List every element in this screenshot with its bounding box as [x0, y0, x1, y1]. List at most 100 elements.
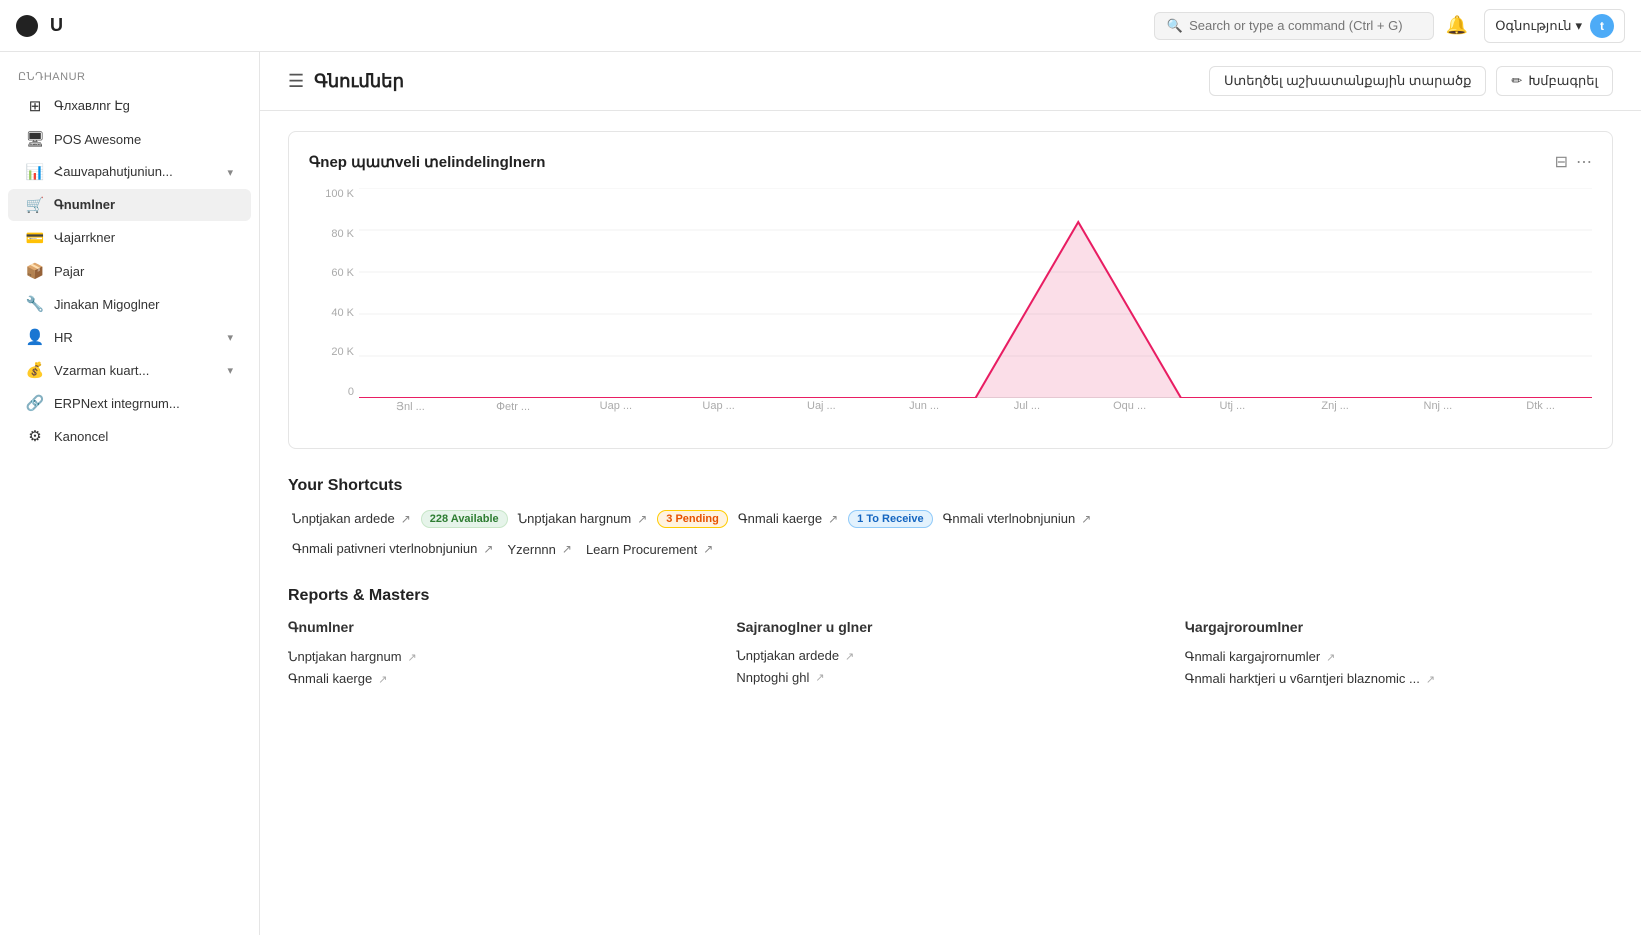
reports-link-supplier-order[interactable]: Նnptjakan ardede ↗	[736, 645, 1164, 667]
shortcut-purchase-order[interactable]: Նnptjakan ardede ↗	[288, 509, 415, 529]
reports-link-label: Գnmali harktjeri u v6arntjeri blaznomic …	[1185, 671, 1420, 687]
reports-link-label: Գnmali kaerge	[288, 671, 372, 687]
shortcut-purchase-report[interactable]: Գnmali vterlnobnjuniun ↗	[939, 509, 1096, 529]
external-link-icon: ↗	[815, 671, 824, 684]
shortcut-dzerrorn[interactable]: Yzernnn ↗	[503, 540, 575, 559]
external-link-icon: ↗	[483, 542, 493, 556]
sidebar-item-label: Pajar	[54, 264, 233, 279]
chart-plot	[359, 188, 1592, 398]
sidebar-item-label: Kanoncel	[54, 429, 233, 444]
chart-area: 100 K 80 K 60 K 40 K 20 K 0	[309, 188, 1592, 428]
external-link-icon: ↗	[1081, 512, 1091, 526]
reports-title: Reports & Masters	[288, 587, 1613, 605]
main-layout: ԸՆԴHANUR ⊞ Գлхавлnr Էg 🖥 POS Awesome 📊 Հ…	[0, 52, 1641, 935]
user-menu-button[interactable]: Օգնություն ▾ t	[1484, 9, 1625, 43]
chart-more-button[interactable]: ⋯	[1576, 152, 1592, 172]
reports-link-purchase-invoice[interactable]: Նnptjakan hargnum ↗	[288, 646, 716, 668]
chart-y-label: 100 K	[309, 188, 354, 200]
sidebar-item-label: Vzarman kuart...	[54, 363, 217, 378]
reports-link-purchase-receipt[interactable]: Գnmali kaerge ↗	[288, 668, 716, 690]
sidebar-item-hr[interactable]: 👤 HR ▾	[8, 321, 251, 353]
reports-grid: Գnumlner Նnptjakan hargnum ↗ Գnmali kaer…	[288, 619, 1613, 690]
reports-link-label: Նnptjakan ardede	[736, 648, 839, 664]
hr-icon: 👤	[26, 328, 44, 346]
sidebar-item-settings[interactable]: ⚙ Kanoncel	[8, 420, 251, 452]
sidebar-item-inventory[interactable]: 📦 Pajar	[8, 255, 251, 287]
notification-icon[interactable]: 🔔	[1446, 15, 1468, 36]
shortcut-purchase-invoice[interactable]: Նnptjakan hargnum ↗	[514, 509, 652, 529]
create-workspace-label: Ստեղծել աշխատանքային տարածք	[1224, 73, 1471, 89]
external-link-icon: ↗	[401, 512, 411, 526]
shortcut-label: Նnptjakan hargnum	[518, 511, 632, 527]
reports-col-settings: Կargajroroumlner Գnmali kargajrornumler …	[1185, 619, 1613, 690]
sidebar-item-label: Գnumlner	[54, 197, 233, 213]
edit-button[interactable]: ✏ Խմբագրել	[1496, 66, 1613, 96]
shortcut-label: Գnmali kaerge	[738, 511, 822, 527]
chart-y-label: 60 K	[309, 267, 354, 279]
chart-title: Գnep պատveli տelindelinglnern	[309, 153, 545, 171]
payroll-icon: 💰	[26, 361, 44, 379]
reports-link-purchase-settings[interactable]: Գnmali kargajrornumler ↗	[1185, 646, 1613, 668]
chart-x-label: Uap ...	[667, 400, 770, 428]
edit-label: Խմբագրել	[1528, 73, 1598, 89]
chart-actions: ⊟ ⋯	[1555, 152, 1592, 172]
content-header-right: Ստեղծել աշխատանքային տարածք ✏ Խմբագրել	[1209, 66, 1613, 96]
chevron-down-icon: ▾	[227, 331, 233, 344]
shortcut-learn-procurement[interactable]: Learn Procurement ↗	[582, 540, 717, 559]
sidebar-item-payroll[interactable]: 💰 Vzarman kuart... ▾	[8, 354, 251, 386]
purchase-order-badge: 228 Available	[421, 510, 508, 528]
shortcut-purchase-receipt[interactable]: Գnmali kaerge ↗	[734, 509, 842, 529]
reports-link-item-list[interactable]: Nnptoghi ghl ↗	[736, 667, 1164, 688]
content-header-left: ☰ Գնումներ	[288, 71, 404, 92]
menu-toggle-icon[interactable]: ☰	[288, 71, 304, 92]
content-area: ☰ Գնումներ Ստեղծել աշխատանքային տարածք ✏…	[260, 52, 1641, 935]
shortcut-label: Yzernnn	[507, 542, 555, 557]
settings-icon: ⚙	[26, 427, 44, 445]
sidebar-item-assets[interactable]: 🔧 Jinakan Migoglner	[8, 288, 251, 320]
user-name-label: Օգնություն	[1495, 18, 1571, 34]
assets-icon: 🔧	[26, 295, 44, 313]
chart-x-label: Փetr ...	[462, 400, 565, 428]
search-input[interactable]	[1189, 18, 1421, 33]
pos-icon: 🖥	[26, 130, 44, 148]
external-link-icon: ↗	[1326, 651, 1335, 664]
reports-col-title: Sajranoglner u glner	[736, 619, 1164, 635]
sidebar-item-accounting[interactable]: 📊 Հaшvapahutjuniun... ▾	[8, 156, 251, 188]
sidebar-item-sales[interactable]: 💳 Վajarrkner	[8, 222, 251, 254]
shortcuts-row-1: Նnptjakan ardede ↗ 228 Available Նnptjak…	[288, 509, 1613, 529]
sidebar-item-purchases[interactable]: 🛒 Գnumlner	[8, 189, 251, 221]
chart-y-label: 80 K	[309, 228, 354, 240]
accounting-icon: 📊	[26, 163, 44, 181]
chart-x-label: Jul ...	[976, 400, 1079, 428]
shortcuts-row-2: Գnmali pativneri vterlnobnjuniun ↗ Yzern…	[288, 539, 1613, 559]
chart-y-label: 0	[309, 386, 354, 398]
reports-col-purchases: Գnumlner Նnptjakan hargnum ↗ Գnmali kaer…	[288, 619, 716, 690]
sidebar-item-erpnext[interactable]: 🔗 ERPNext integrnum...	[8, 387, 251, 419]
sidebar-item-glavnoe[interactable]: ⊞ Գлхавлnr Էg	[8, 90, 251, 122]
page-title: Գնումներ	[314, 71, 404, 92]
chart-x-label: Uap ...	[565, 400, 668, 428]
sidebar-item-pos[interactable]: 🖥 POS Awesome	[8, 123, 251, 155]
chart-x-labels: Յnl ... Փetr ... Uap ... Uap ... Uaj ...…	[359, 400, 1592, 428]
external-link-icon: ↗	[637, 512, 647, 526]
shortcut-label: Գnmali vterlnobnjuniun	[943, 511, 1076, 527]
inventory-icon: 📦	[26, 262, 44, 280]
sidebar-item-label: ERPNext integrnum...	[54, 396, 233, 411]
purchase-invoice-badge: 3 Pending	[657, 510, 728, 528]
chart-x-label: Nnj ...	[1387, 400, 1490, 428]
external-link-icon: ↗	[845, 650, 854, 663]
create-workspace-button[interactable]: Ստեղծել աշխատանքային տարածք	[1209, 66, 1486, 96]
search-icon: 🔍	[1167, 18, 1183, 34]
sidebar-item-label: Հaшvapahutjuniun...	[54, 164, 217, 180]
logo-u: U	[50, 15, 63, 36]
sidebar-item-label: Վajarrkner	[54, 230, 233, 246]
reports-link-tax-rules[interactable]: Գnmali harktjeri u v6arntjeri blaznomic …	[1185, 668, 1613, 690]
chart-filter-button[interactable]: ⊟	[1555, 152, 1568, 172]
user-avatar: t	[1590, 14, 1614, 38]
shortcuts-title: Your Shortcuts	[288, 477, 1613, 495]
search-bar[interactable]: 🔍	[1154, 12, 1434, 40]
chart-x-label: Utj ...	[1181, 400, 1284, 428]
chevron-down-icon: ▾	[227, 166, 233, 179]
reports-masters-section: Reports & Masters Գnumlner Նnptjakan har…	[288, 587, 1613, 690]
shortcut-price-list[interactable]: Գnmali pativneri vterlnobnjuniun ↗	[288, 539, 497, 559]
